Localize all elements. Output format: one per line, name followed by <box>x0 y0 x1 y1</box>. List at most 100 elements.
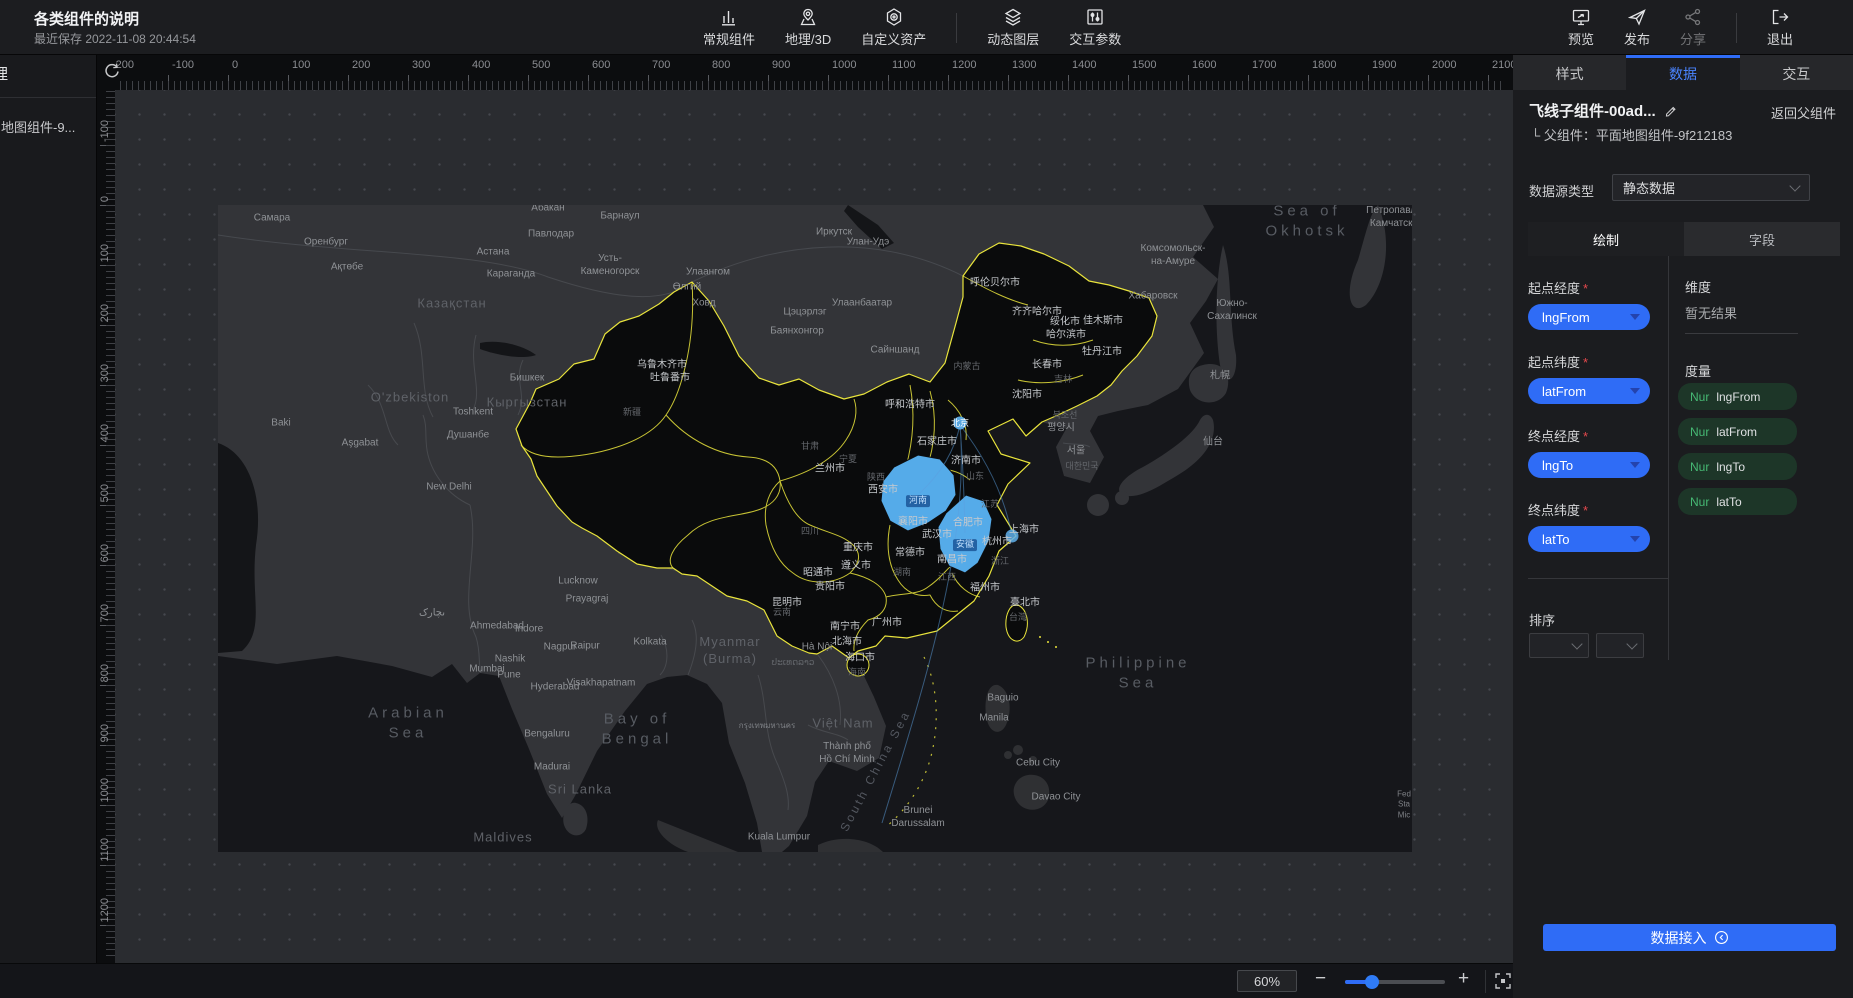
measure-name: latTo <box>1716 495 1741 509</box>
bottom-bar: 60% − + <box>0 963 1513 998</box>
sort-select-1[interactable] <box>1529 633 1589 658</box>
h-ruler-label: 2100 <box>1492 59 1513 71</box>
v-ruler-label: -100 <box>99 120 111 142</box>
data-access-button[interactable]: 数据接入 <box>1543 924 1836 951</box>
datasource-type-value: 静态数据 <box>1623 178 1675 197</box>
h-ruler-label: 1200 <box>952 59 976 71</box>
editor-canvas[interactable]: Sea of OkhotskPhilippine SeaArabian SeaB… <box>115 90 1513 963</box>
measure-pill-lngTo[interactable]: NurlngTo <box>1678 453 1797 480</box>
field-value: lngTo <box>1542 458 1573 473</box>
tool-sliders[interactable]: 交互参数 <box>1069 7 1121 48</box>
datasource-type-select[interactable]: 静态数据 <box>1612 174 1810 201</box>
layers-icon <box>1003 7 1023 27</box>
chevron-down-icon <box>1630 388 1640 394</box>
h-ruler-label: 2000 <box>1432 59 1456 71</box>
v-ruler-label: 600 <box>99 544 111 562</box>
zoom-slider-thumb[interactable] <box>1365 975 1379 989</box>
measure-list: NurlngFromNurlatFromNurlngToNurlatTo <box>1678 383 1808 523</box>
v-ruler-label: 200 <box>99 304 111 322</box>
h-ruler-label: 1400 <box>1072 59 1096 71</box>
h-ruler-label: 1500 <box>1132 59 1156 71</box>
toolbar-divider <box>956 13 957 43</box>
tool-label: 自定义资产 <box>861 29 926 48</box>
zoom-slider[interactable] <box>1345 980 1445 984</box>
sort-select-2[interactable] <box>1596 633 1644 658</box>
rotate-canvas-icon[interactable] <box>103 62 121 80</box>
v-ruler-label: 0 <box>99 196 111 202</box>
measure-name: latFrom <box>1716 425 1757 439</box>
action-exit[interactable]: 退出 <box>1767 7 1793 48</box>
preview-monitor-icon <box>1571 7 1591 27</box>
required-mark: * <box>1583 429 1588 444</box>
measure-tag: Nur <box>1690 460 1709 474</box>
tab-样式[interactable]: 样式 <box>1513 55 1626 90</box>
action-preview-monitor[interactable]: 预览 <box>1568 7 1594 48</box>
project-title: 各类组件的说明 <box>34 8 139 29</box>
horizontal-ruler[interactable]: -200-10001002003004005006007008009001000… <box>115 55 1513 90</box>
v-ruler-label: 800 <box>99 664 111 682</box>
sort-label: 排序 <box>1529 610 1555 629</box>
tool-hexagon-asset[interactable]: 自定义资产 <box>861 7 926 48</box>
v-ruler-label: 100 <box>99 244 111 262</box>
publish-plane-icon <box>1627 7 1647 27</box>
measure-tag: Nur <box>1690 390 1709 404</box>
measure-pill-lngFrom[interactable]: NurlngFrom <box>1678 383 1797 410</box>
required-mark: * <box>1583 503 1588 518</box>
tool-bar-chart[interactable]: 常规组件 <box>703 7 755 48</box>
tab-数据[interactable]: 数据 <box>1626 55 1739 90</box>
v-ruler-label: 1200 <box>99 898 111 922</box>
toolbar-divider <box>1736 13 1737 43</box>
bar-chart-icon <box>719 7 739 27</box>
exit-icon <box>1770 7 1790 27</box>
panel-tabs: 样式数据交互 <box>1513 55 1853 90</box>
sort-selects <box>1529 633 1644 658</box>
tool-geo-pin[interactable]: 地理/3D <box>785 7 831 48</box>
draw-fields: 起点经度*lngFrom起点纬度*latFrom终点经度*lngTo终点纬度*l… <box>1528 256 1668 552</box>
measure-pill-latFrom[interactable]: Nur latFrom <box>1678 418 1797 445</box>
field-select-lngTo[interactable]: lngTo <box>1528 452 1650 478</box>
back-to-parent-link[interactable]: 返回父组件 <box>1771 103 1836 122</box>
dimension-label: 维度 <box>1685 277 1711 296</box>
toolbar-component-groups: 常规组件地理/3D 自定义资产 动态图层 交互参数 <box>703 0 1121 55</box>
chevron-down-icon <box>1789 180 1800 191</box>
h-ruler-label: 1300 <box>1012 59 1036 71</box>
sidebar-item-map-component[interactable]: 地图组件-9... <box>1 117 75 136</box>
action-share-nodes[interactable]: 分享 <box>1680 7 1706 48</box>
h-ruler-label: 200 <box>352 59 370 71</box>
measure-tag: Nur <box>1690 425 1709 439</box>
map-artboard[interactable]: Sea of OkhotskPhilippine SeaArabian SeaB… <box>218 205 1412 852</box>
field-select-latTo[interactable]: latTo <box>1528 526 1650 552</box>
sort-divider <box>1528 578 1668 579</box>
edit-pencil-icon[interactable] <box>1664 104 1678 118</box>
action-label: 发布 <box>1624 29 1650 48</box>
dimension-empty-text: 暂无结果 <box>1685 303 1737 322</box>
datasource-type-label: 数据源类型 <box>1529 181 1594 200</box>
v-ruler-label: 700 <box>99 604 111 622</box>
h-ruler-label: 900 <box>772 59 790 71</box>
v-ruler-label: 1100 <box>99 838 111 862</box>
tool-layers[interactable]: 动态图层 <box>987 7 1039 48</box>
app-root: { "colors": { "accent":"#2f6cf6", "accen… <box>0 0 1853 998</box>
zoom-level-input[interactable]: 60% <box>1237 970 1297 992</box>
tab-交互[interactable]: 交互 <box>1740 55 1853 90</box>
vertical-ruler[interactable]: -100010020030040050060070080090010001100… <box>97 90 115 963</box>
measure-pill-latTo[interactable]: NurlatTo <box>1678 488 1797 515</box>
block-tab-绘制[interactable]: 绘制 <box>1528 222 1684 256</box>
action-label: 分享 <box>1680 29 1706 48</box>
action-publish-plane[interactable]: 发布 <box>1624 7 1650 48</box>
top-bar: 各类组件的说明 最近保存 2022-11-08 20:44:54 常规组件地理/… <box>0 0 1853 55</box>
zoom-out-button[interactable]: − <box>1315 968 1326 990</box>
tool-label: 交互参数 <box>1069 29 1121 48</box>
chevron-down-icon <box>1630 314 1640 320</box>
zoom-in-button[interactable]: + <box>1458 968 1469 990</box>
field-select-latFrom[interactable]: latFrom <box>1528 378 1650 404</box>
tool-label: 动态图层 <box>987 29 1039 48</box>
field-select-lngFrom[interactable]: lngFrom <box>1528 304 1650 330</box>
v-ruler-label: 1000 <box>99 778 111 802</box>
column-divider <box>1668 256 1669 660</box>
fit-to-screen-icon[interactable] <box>1494 972 1512 990</box>
h-ruler-label: 700 <box>652 59 670 71</box>
config-panel: 样式数据交互 飞线子组件-00ad... 返回父组件 └ 父组件：平面地图组件-… <box>1513 55 1853 998</box>
block-tab-字段[interactable]: 字段 <box>1684 222 1840 256</box>
h-ruler-label: -100 <box>172 59 194 71</box>
